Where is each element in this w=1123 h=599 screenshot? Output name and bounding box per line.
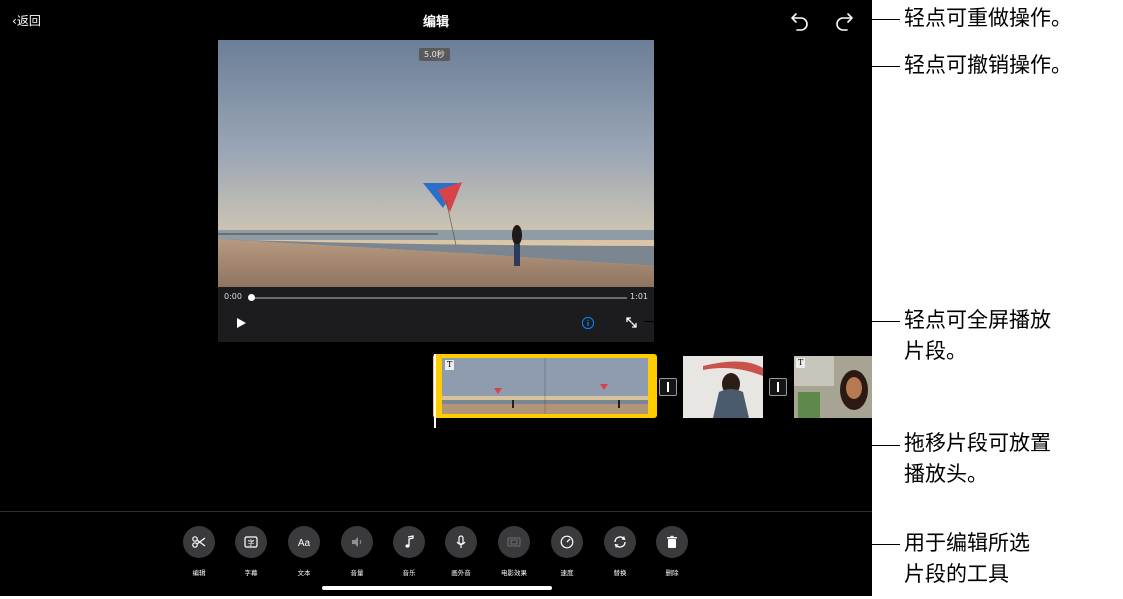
delete-button[interactable] [656, 526, 688, 558]
volume-icon [352, 537, 362, 547]
cinematic-icon [507, 537, 521, 547]
callout-line: 片段。 [904, 339, 967, 363]
end-time: 1:01 [630, 292, 648, 301]
playhead[interactable] [434, 354, 436, 428]
speed-button[interactable] [551, 526, 583, 558]
title-badge-icon: T [445, 360, 455, 370]
callout-line: 轻点可全屏播放 [904, 308, 1051, 332]
microphone-icon [456, 535, 466, 548]
fullscreen-button[interactable] [624, 315, 639, 330]
speed-icon [560, 535, 574, 549]
toolbar-divider [0, 511, 872, 512]
tools-callout: 用于编辑所选 片段的工具 [904, 528, 1030, 590]
tool-label: 速度 [560, 569, 574, 577]
captions-button[interactable]: 字 [235, 526, 267, 558]
tool-text[interactable]: Aa 文本 [278, 526, 330, 577]
trash-icon [667, 535, 677, 548]
undo-leader-line [800, 66, 900, 67]
playhead-callout: 拖移片段可放置 播放头。 [904, 428, 1051, 490]
callout-line: 拖移片段可放置 [904, 431, 1051, 455]
undo-leader-line [800, 36, 801, 66]
music-button[interactable] [393, 526, 425, 558]
tool-label: 删除 [665, 569, 679, 577]
text-button[interactable]: Aa [288, 526, 320, 558]
cinematic-button[interactable] [498, 526, 530, 558]
redo-leader-line [858, 19, 900, 20]
tool-label: 电影效果 [501, 569, 527, 577]
clip-thumbnail[interactable] [683, 356, 763, 418]
undo-callout: 轻点可撤销操作。 [904, 53, 1072, 77]
svg-text:字: 字 [248, 538, 255, 547]
tool-label: 音量 [350, 569, 364, 577]
voiceover-button[interactable] [445, 526, 477, 558]
edit-button[interactable] [183, 526, 215, 558]
tool-captions[interactable]: 字 字幕 [225, 526, 277, 577]
captions-icon: 字 [244, 536, 258, 548]
tool-volume[interactable]: 音量 [331, 526, 383, 577]
tool-label: 音乐 [402, 569, 416, 577]
tool-delete[interactable]: 删除 [646, 526, 698, 577]
tools-leader-line [692, 544, 900, 545]
play-button[interactable] [234, 316, 248, 330]
tool-label: 编辑 [192, 569, 206, 577]
tool-speed[interactable]: 速度 [541, 526, 593, 577]
duration-badge: 5.0秒 [419, 48, 450, 61]
tool-label: 画外音 [451, 569, 471, 577]
title-badge-icon: T [796, 358, 806, 368]
playhead-leader-line [435, 445, 900, 446]
tool-label: 文本 [297, 569, 311, 577]
scrubber-knob[interactable] [248, 294, 255, 301]
video-frame: 5.0秒 [218, 40, 654, 287]
fullscreen-leader-line [644, 321, 900, 322]
redo-button[interactable] [833, 8, 855, 34]
page-title: 编辑 [422, 15, 449, 30]
info-button[interactable] [581, 316, 595, 330]
clip-timeline[interactable]: T T [433, 354, 872, 428]
volume-button[interactable] [341, 526, 373, 558]
redo-callout: 轻点可重做操作。 [904, 6, 1072, 30]
tool-music[interactable]: 音乐 [383, 526, 435, 577]
svg-text:Aa: Aa [298, 538, 311, 549]
beach-kite-image [218, 40, 654, 287]
tool-cinematic[interactable]: 电影效果 [488, 526, 540, 577]
replace-icon [614, 536, 626, 548]
undo-button[interactable] [789, 8, 811, 34]
tool-label: 字幕 [244, 569, 258, 577]
text-icon: Aa [298, 538, 311, 549]
callout-line: 片段的工具 [904, 562, 1009, 586]
current-time: 0:00 [224, 292, 242, 301]
selected-clip[interactable]: T [433, 354, 657, 418]
transition-button[interactable] [659, 378, 677, 396]
tool-replace[interactable]: 替换 [594, 526, 646, 577]
callout-line: 用于编辑所选 [904, 531, 1030, 555]
tool-voiceover[interactable]: 画外音 [435, 526, 487, 577]
scissors-icon [192, 536, 206, 548]
fullscreen-callout: 轻点可全屏播放 片段。 [904, 305, 1051, 367]
scrubber-track[interactable] [251, 297, 627, 299]
transition-button[interactable] [769, 378, 787, 396]
clip-thumbnail[interactable]: T [794, 356, 872, 418]
video-viewer: 5.0秒 0:00 1:01 [218, 40, 654, 342]
replace-button[interactable] [604, 526, 636, 558]
imovie-editor: ‹返回 编辑 5.0秒 0:00 1:01 T T 编辑 字 字幕 Aa 文本 … [0, 0, 872, 596]
clip-thumbnails: T [442, 358, 648, 414]
tool-edit[interactable]: 编辑 [173, 526, 225, 577]
tool-label: 替换 [613, 569, 627, 577]
home-indicator [322, 586, 552, 590]
music-icon [405, 535, 414, 548]
callout-line: 播放头。 [904, 462, 988, 486]
